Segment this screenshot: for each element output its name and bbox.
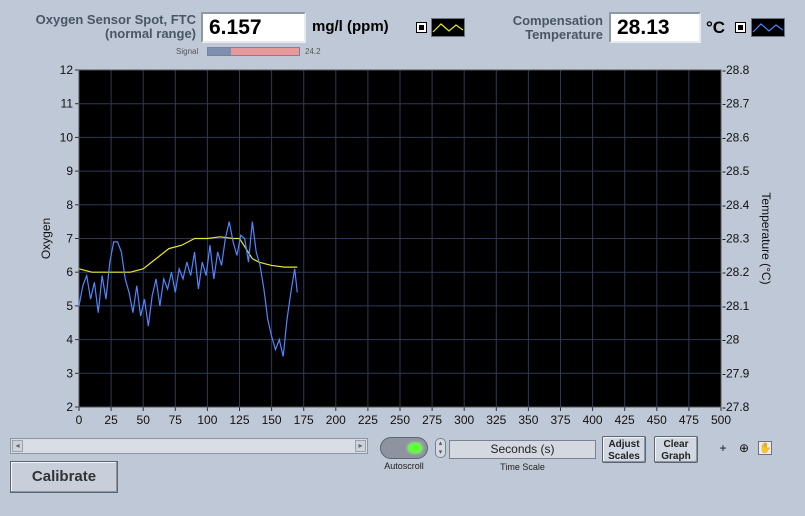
x-tick-label: 25 xyxy=(104,413,118,427)
temperature-legend-line-icon xyxy=(752,23,784,33)
oxygen-label-line1: Oxygen Sensor Spot, FTC xyxy=(35,12,196,27)
oxygen-temperature-chart[interactable]: 0 25 50 75 100 125 150 175 200 225 250 275 300 325 350… xyxy=(0,60,805,435)
y-tick-label: 9 xyxy=(66,164,73,178)
x-tick-label: 300 xyxy=(454,413,474,427)
temperature-label: Compensation Temperature xyxy=(500,14,603,42)
x-tick-label: 275 xyxy=(422,413,442,427)
oxygen-label: Oxygen Sensor Spot, FTC (normal range) xyxy=(0,13,196,41)
spin-down-icon[interactable]: ▾ xyxy=(436,448,445,457)
x-tick-label: 150 xyxy=(262,413,282,427)
temperature-value-display: 28.13 xyxy=(609,12,701,43)
scroll-left-arrow-icon[interactable]: ◂ xyxy=(12,440,23,452)
x-tick-label: 500 xyxy=(711,413,731,427)
y2-tick-label: -28 xyxy=(722,333,740,347)
temperature-plot-visibility-checkbox[interactable] xyxy=(735,22,746,33)
y-tick-label: 5 xyxy=(66,299,73,313)
x-tick-label: 425 xyxy=(615,413,635,427)
x-tick-label: 400 xyxy=(583,413,603,427)
oxygen-unit: mg/l (ppm) xyxy=(312,18,389,35)
cursor-tool-icon[interactable]: + xyxy=(716,441,730,455)
y-tick-label: 12 xyxy=(60,63,74,77)
x-tick-label: 125 xyxy=(229,413,249,427)
oxygen-label-line2: (normal range) xyxy=(104,26,196,41)
x-tick-label: 225 xyxy=(358,413,378,427)
chart-horizontal-scrollbar[interactable]: ◂ ▸ xyxy=(10,438,368,454)
zoom-tool-icon[interactable]: ⊕ xyxy=(737,441,751,455)
y2-tick-label: -27.9 xyxy=(722,366,750,380)
x-tick-label: 50 xyxy=(137,413,151,427)
adjust-scales-line1: Adjust xyxy=(608,439,640,450)
x-tick-label: 100 xyxy=(197,413,217,427)
signal-value: 24.2 xyxy=(305,47,321,56)
autoscroll-label: Autoscroll xyxy=(384,461,424,471)
y2-tick-label: -28.5 xyxy=(722,164,750,178)
x-tick-label: 475 xyxy=(679,413,699,427)
oxygen-legend-line-icon xyxy=(432,23,464,33)
pan-tool-icon[interactable]: ✋ xyxy=(758,441,772,455)
x-tick-label: 0 xyxy=(76,413,83,427)
scroll-right-arrow-icon[interactable]: ▸ xyxy=(355,440,366,452)
adjust-scales-button[interactable]: Adjust Scales xyxy=(602,436,646,463)
signal-bar-track xyxy=(207,47,300,56)
x-tick-label: 250 xyxy=(390,413,410,427)
oxygen-plot-legend-icon[interactable] xyxy=(431,18,465,37)
y-tick-label: 6 xyxy=(66,265,73,279)
y-tick-label: 3 xyxy=(66,366,73,380)
temperature-label-line1: Compensation xyxy=(512,13,603,28)
y2-tick-label: -28.4 xyxy=(722,198,750,212)
y2-tick-label: -28.7 xyxy=(722,97,750,111)
temperature-unit: °C xyxy=(706,18,726,37)
y-axis-label: Oxygen xyxy=(39,218,53,259)
temperature-plot-legend-icon[interactable] xyxy=(751,18,785,37)
y2-tick-label: -28.6 xyxy=(722,130,750,144)
x-tick-label: 200 xyxy=(326,413,346,427)
oxygen-plot-visibility-checkbox[interactable] xyxy=(416,22,427,33)
x-tick-label: 75 xyxy=(169,413,183,427)
y-tick-label: 7 xyxy=(66,232,73,246)
x-tick-label: 325 xyxy=(486,413,506,427)
y2-tick-label: -28.2 xyxy=(722,265,750,279)
time-scale-spinner[interactable]: ▴ ▾ xyxy=(435,438,446,458)
autoscroll-toggle[interactable] xyxy=(380,437,428,459)
calibrate-button[interactable]: Calibrate xyxy=(10,461,118,493)
y2-tick-label: -28.3 xyxy=(722,232,750,246)
y2-tick-label: -27.8 xyxy=(722,400,750,414)
oxygen-value-display: 6.157 xyxy=(201,12,306,43)
clear-graph-button[interactable]: Clear Graph xyxy=(654,436,698,463)
clear-graph-line1: Clear xyxy=(663,439,689,450)
y2-tick-label: -28.1 xyxy=(722,299,750,313)
clear-graph-line2: Graph xyxy=(661,451,691,462)
temperature-label-line2: Temperature xyxy=(525,27,603,42)
x-tick-label: 175 xyxy=(294,413,314,427)
signal-bar-fill xyxy=(208,48,231,55)
y-tick-label: 10 xyxy=(60,130,74,144)
y-tick-label: 2 xyxy=(66,400,73,414)
y2-axis-label: Temperature (°C) xyxy=(759,192,773,284)
y-tick-label: 11 xyxy=(61,97,74,111)
y-tick-label: 8 xyxy=(66,198,73,212)
signal-label: Signal xyxy=(176,47,199,56)
x-tick-label: 375 xyxy=(550,413,570,427)
y-tick-label: 4 xyxy=(66,333,73,347)
x-tick-label: 450 xyxy=(647,413,667,427)
spin-up-icon[interactable]: ▴ xyxy=(436,439,445,448)
autoscroll-led-icon xyxy=(408,443,422,453)
time-scale-selector[interactable]: Seconds (s) xyxy=(449,440,596,459)
time-scale-label: Time Scale xyxy=(500,462,545,472)
y2-tick-label: -28.8 xyxy=(722,63,750,77)
x-tick-label: 350 xyxy=(518,413,538,427)
adjust-scales-line2: Scales xyxy=(608,451,640,462)
